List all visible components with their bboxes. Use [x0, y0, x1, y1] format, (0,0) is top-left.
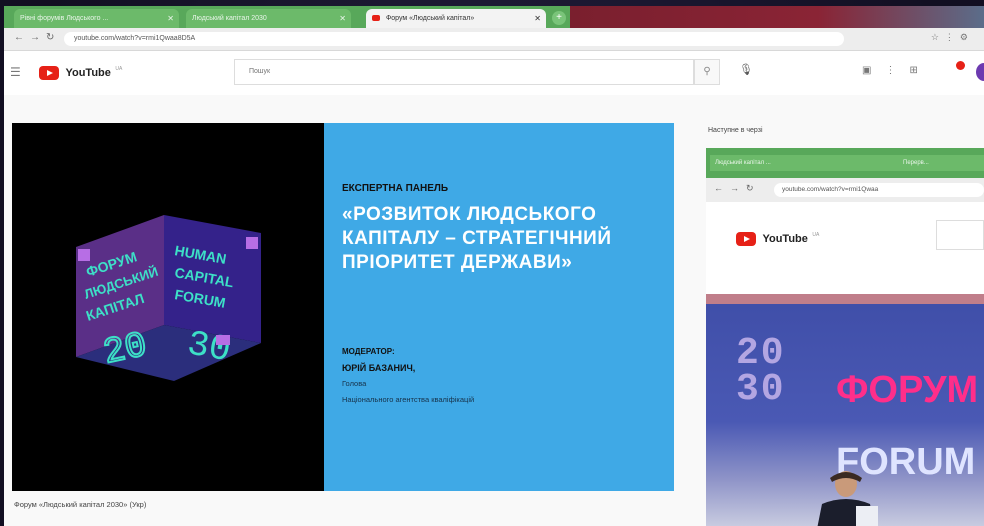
reload-icon[interactable]: ↻: [746, 183, 754, 194]
video-player[interactable]: ФОРУМ ЛЮДСЬКИЙ КАПІТАЛ HUMAN CAPITAL FOR…: [12, 123, 674, 491]
tab-2[interactable]: Людський капітал 2030 ✕: [186, 9, 351, 28]
slide-kind: ЕКСПЕРТНА ПАНЕЛЬ: [342, 183, 449, 194]
notification-badge: [956, 61, 965, 70]
tab-strip-background: [570, 6, 984, 28]
header-icons[interactable]: ▣⋮⊞: [862, 65, 932, 76]
desktop-background: Рівні форумів Людського ... ✕ Людський к…: [0, 0, 984, 526]
back-icon[interactable]: ←: [714, 183, 723, 193]
slide-text-panel: ЕКСПЕРТНА ПАНЕЛЬ «РОЗВИТОК ЛЮДСЬКОГО КАП…: [324, 123, 674, 491]
youtube-region: UA: [115, 66, 123, 72]
tab-1[interactable]: Рівні форумів Людського ... ✕: [14, 9, 179, 28]
slide-title: «РОЗВИТОК ЛЮДСЬКОГО КАПІТАЛУ – СТРАТЕГІЧ…: [342, 204, 612, 273]
tab-strip: Рівні форумів Людського ... ✕ Людський к…: [4, 6, 984, 28]
overlay-tab-strip: Людський капітал ... Перерв...: [706, 148, 984, 178]
moderator-name: ЮРІЙ БАЗАНИЧ,: [342, 363, 416, 373]
youtube-play-icon: [39, 66, 59, 80]
speaker-figure: [817, 471, 878, 526]
close-icon[interactable]: ✕: [339, 9, 346, 28]
moderator-org: Національного агентства кваліфікацій: [342, 395, 475, 404]
new-tab-button[interactable]: +: [552, 11, 566, 25]
tab-1-label: Рівні форумів Людського ...: [20, 15, 109, 22]
overlay-video-frame[interactable]: 20 30 ФОРУМ FORUM: [706, 294, 984, 526]
moderator-role: Голова: [342, 379, 367, 388]
overlay-tab-2[interactable]: Перерв...: [898, 155, 984, 171]
video-title[interactable]: Форум «Людський капітал 2030» (Укр): [14, 500, 146, 509]
overlay-url-text: youtube.com/watch?v=rmi1Qwaa: [782, 186, 879, 193]
browser-window-overlay: Людський капітал ... Перерв... ← → ↻ you…: [706, 148, 984, 526]
stage-forum-ua: ФОРУМ: [836, 369, 979, 411]
close-icon[interactable]: ✕: [534, 9, 541, 28]
menu-icon[interactable]: ☰: [10, 65, 21, 79]
close-icon[interactable]: ✕: [167, 9, 174, 28]
search-icon[interactable]: ⚲: [694, 59, 720, 85]
overlay-youtube-logo[interactable]: YouTube UA: [736, 232, 819, 246]
extension-icons[interactable]: ☆⋮⚙: [931, 32, 974, 43]
youtube-header: ☰ YouTube UA ⚲ 🎙︎ ▣⋮⊞: [4, 51, 984, 95]
avatar[interactable]: [976, 63, 984, 81]
moderator-label: МОДЕРАТОР:: [342, 347, 395, 356]
cube-number-30: 30: [184, 323, 234, 371]
forward-icon[interactable]: →: [30, 32, 40, 43]
url-field[interactable]: youtube.com/watch?v=rmi1Qwaa8D5A: [64, 32, 844, 46]
forum-cube-logo: ФОРУМ ЛЮДСЬКИЙ КАПІТАЛ HUMAN CAPITAL FOR…: [76, 215, 261, 381]
youtube-logo[interactable]: YouTube UA: [39, 66, 122, 80]
stage-2030-text: 20 30: [736, 332, 786, 411]
sidebar-heading: Наступне в черзі: [708, 127, 763, 134]
overlay-tab-2-label: Перерв...: [903, 160, 929, 166]
overlay-search-input[interactable]: [936, 220, 984, 250]
url-text: youtube.com/watch?v=rmi1Qwaa8D5A: [74, 35, 196, 42]
overlay-address-bar: ← → ↻ youtube.com/watch?v=rmi1Qwaa: [706, 178, 984, 202]
youtube-favicon-icon: [372, 15, 380, 22]
tab-3-label: Форум «Людський капітал»: [385, 15, 475, 22]
back-icon[interactable]: ←: [14, 32, 24, 43]
overlay-youtube-header: YouTube UA: [706, 202, 984, 294]
overlay-tab-1[interactable]: Людський капітал ...: [710, 155, 900, 171]
overlay-logo-text: YouTube: [762, 233, 808, 245]
reload-icon[interactable]: ↻: [46, 32, 54, 43]
overlay-logo-region: UA: [812, 232, 820, 238]
forward-icon[interactable]: →: [730, 183, 739, 193]
overlay-tab-1-label: Людський капітал ...: [715, 160, 771, 166]
youtube-logo-text: YouTube: [65, 67, 111, 79]
youtube-play-icon: [736, 232, 756, 246]
microphone-icon[interactable]: 🎙︎: [739, 63, 753, 76]
tab-3-active[interactable]: Форум «Людський капітал» ✕: [366, 9, 546, 28]
tab-2-label: Людський капітал 2030: [192, 15, 267, 22]
address-bar: ← → ↻ youtube.com/watch?v=rmi1Qwaa8D5A ☆…: [4, 28, 984, 51]
search-input[interactable]: [234, 59, 694, 85]
overlay-url-field[interactable]: youtube.com/watch?v=rmi1Qwaa: [774, 183, 984, 197]
slide-logo-panel: ФОРУМ ЛЮДСЬКИЙ КАПІТАЛ HUMAN CAPITAL FOR…: [12, 123, 324, 491]
stage-top-strip: [706, 294, 984, 304]
